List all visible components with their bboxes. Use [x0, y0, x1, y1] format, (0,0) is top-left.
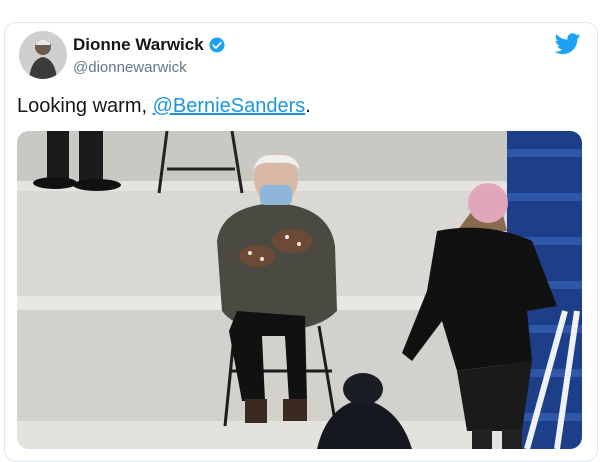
tweet-card[interactable]: Dionne Warwick @dionnewarwick Looking wa… — [4, 22, 598, 462]
author-name[interactable]: Dionne Warwick — [73, 35, 204, 55]
avatar-portrait — [19, 31, 67, 79]
author-handle[interactable]: @dionnewarwick — [73, 59, 187, 76]
tweet-text-prefix: Looking warm, — [17, 95, 153, 117]
photo-illustration — [17, 131, 582, 449]
twitter-bird-icon[interactable] — [555, 33, 581, 55]
tweet-text: Looking warm, @BernieSanders. — [17, 95, 311, 118]
mention-link[interactable]: @BernieSanders — [153, 95, 306, 117]
verified-badge-icon — [209, 37, 225, 53]
tweet-photo[interactable] — [17, 131, 582, 449]
tweet-text-suffix: . — [305, 95, 311, 117]
avatar[interactable] — [19, 31, 67, 79]
author-name-row[interactable]: Dionne Warwick — [73, 35, 226, 55]
